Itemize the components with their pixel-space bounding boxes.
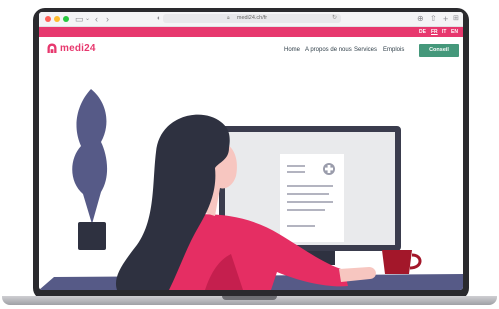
tabs-overview-icon[interactable]: ⊞ — [453, 13, 459, 25]
nav-about[interactable]: A propos de nous — [305, 46, 352, 54]
logo-text[interactable]: medi24 — [60, 42, 96, 56]
lang-it[interactable]: IT — [442, 27, 446, 37]
nav-home[interactable]: Home — [284, 46, 300, 54]
address-url: medi24.ch/fr — [236, 15, 268, 21]
hero-illustration — [39, 89, 463, 290]
minimize-window-button[interactable] — [54, 16, 60, 22]
language-bar: DE FR IT EN — [39, 27, 463, 37]
laptop-notch — [222, 296, 277, 300]
shield-icon[interactable]: ◐ — [157, 13, 161, 25]
maximize-window-button[interactable] — [63, 16, 69, 22]
close-window-button[interactable] — [45, 16, 51, 22]
medi24-logo-icon[interactable] — [47, 43, 57, 55]
forward-icon[interactable]: › — [106, 13, 109, 25]
address-bar[interactable]: 🔒︎ medi24.ch/fr ↻ — [163, 14, 341, 23]
mug-illustration — [382, 250, 422, 274]
lang-en[interactable]: EN — [451, 27, 458, 37]
chevron-down-icon[interactable]: ⌄ — [85, 13, 90, 25]
lang-fr[interactable]: FR — [431, 27, 438, 37]
download-icon[interactable]: ⊕ — [417, 13, 424, 25]
plant-illustration — [72, 89, 108, 250]
nav-services[interactable]: Services — [354, 46, 377, 54]
nav-jobs[interactable]: Emplois — [383, 46, 404, 54]
browser-toolbar: ▭ ⌄ ‹ › ◐ ▢ 🔒︎ medi24.ch/fr ↻ ⊕ ⇧ + ⊞ — [39, 12, 463, 27]
browser-window: ▭ ⌄ ‹ › ◐ ▢ 🔒︎ medi24.ch/fr ↻ ⊕ ⇧ + ⊞ DE… — [39, 12, 463, 290]
sidebar-icon[interactable]: ▭ — [75, 13, 84, 25]
share-icon[interactable]: ⇧ — [430, 13, 437, 25]
conseil-button[interactable]: Conseil — [419, 44, 459, 57]
reload-icon[interactable]: ↻ — [332, 14, 337, 23]
plus-icon[interactable]: + — [443, 13, 448, 25]
lang-de[interactable]: DE — [419, 27, 426, 37]
back-icon[interactable]: ‹ — [95, 13, 98, 25]
